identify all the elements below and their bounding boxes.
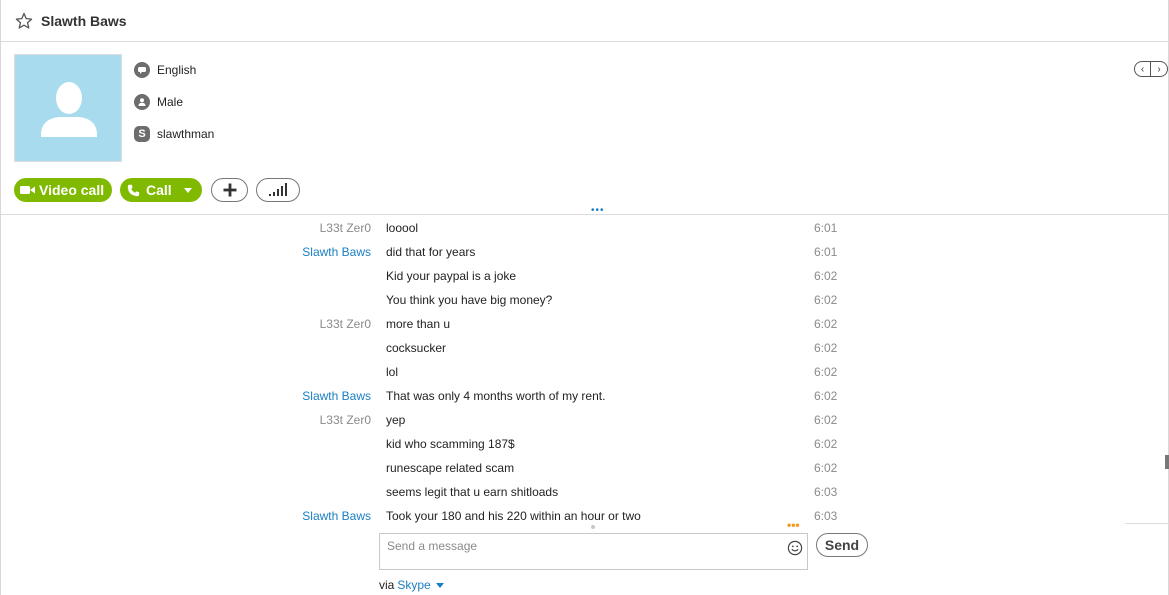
default-user-icon — [41, 82, 97, 137]
message-text: Took your 180 and his 220 within an hour… — [386, 509, 641, 523]
message-time: 6:03 — [814, 509, 838, 523]
message-row: L33t Zer0 yep 6:02 — [1, 407, 1169, 431]
message-sender: Slawth Baws — [302, 509, 371, 523]
message-sender: L33t Zer0 — [319, 413, 371, 427]
send-via-selector[interactable]: via Skype — [379, 578, 444, 592]
emoticon-icon[interactable] — [787, 540, 803, 556]
profile-gender: Male — [157, 95, 184, 109]
profile-language: English — [157, 63, 197, 77]
profile-skype-name: slawthman — [157, 127, 215, 141]
language-icon — [134, 62, 150, 78]
via-prefix: via — [379, 578, 395, 592]
message-time: 6:03 — [814, 485, 838, 499]
message-sender: L33t Zer0 — [319, 317, 371, 331]
message-text: looool — [386, 221, 419, 235]
divider — [1125, 523, 1169, 524]
message-time: 6:02 — [814, 437, 838, 451]
message-text: more than u — [386, 317, 451, 331]
via-service-link[interactable]: Skype — [397, 578, 430, 592]
message-row: lol 6:02 — [1, 359, 1169, 383]
phone-icon — [127, 184, 140, 196]
message-row: Slawth Baws Took your 180 and his 220 wi… — [1, 503, 1169, 527]
add-people-button[interactable] — [211, 178, 248, 202]
typing-indicator-icon: ••• — [787, 518, 800, 532]
message-text: runescape related scam — [386, 461, 515, 475]
message-sender: Slawth Baws — [302, 389, 371, 403]
message-row: seems legit that u earn shitloads 6:03 — [1, 479, 1169, 503]
message-row: Kid your paypal is a joke 6:02 — [1, 263, 1169, 287]
message-row: L33t Zer0 more than u 6:02 — [1, 311, 1169, 335]
message-time: 6:01 — [814, 245, 838, 259]
chevron-down-icon[interactable] — [435, 582, 444, 588]
avatar — [14, 54, 122, 162]
message-text: kid who scamming 187$ — [386, 437, 515, 451]
favorite-star-icon[interactable] — [15, 12, 33, 30]
message-row: L33t Zer0 looool 6:01 — [1, 215, 1169, 239]
skype-logo-icon: S — [134, 126, 150, 142]
message-time: 6:02 — [814, 365, 838, 379]
profile-gender-row: Male — [134, 93, 183, 111]
message-text: seems legit that u earn shitloads — [386, 485, 559, 499]
message-row: You think you have big money? 6:02 — [1, 287, 1169, 311]
person-icon — [134, 94, 150, 110]
profile-skype-name-row: S slawthman — [134, 125, 214, 143]
message-text: yep — [386, 413, 406, 427]
message-time: 6:02 — [814, 413, 838, 427]
call-button[interactable]: Call — [120, 178, 202, 202]
profile-nav-arrows: ‹ › — [1134, 61, 1168, 77]
video-call-button[interactable]: Video call — [14, 178, 112, 202]
message-text: lol — [386, 365, 399, 379]
video-call-label: Video call — [39, 182, 105, 198]
message-time: 6:02 — [814, 317, 838, 331]
next-arrow-icon[interactable]: › — [1151, 61, 1168, 77]
message-time: 6:02 — [814, 269, 838, 283]
message-compose-box[interactable] — [379, 533, 808, 570]
message-text: cocksucker — [386, 341, 447, 355]
call-quality-button[interactable] — [256, 178, 300, 202]
message-time: 6:02 — [814, 293, 838, 307]
send-button[interactable]: Send — [816, 533, 868, 557]
contact-name: Slawth Baws — [41, 13, 127, 29]
call-label: Call — [146, 182, 172, 198]
message-time: 6:01 — [814, 221, 838, 235]
conversation-header: Slawth Baws — [1, 0, 1169, 42]
message-list: L33t Zer0 looool 6:01 Slawth Baws did th… — [1, 215, 1169, 525]
message-input[interactable] — [387, 539, 777, 553]
scroll-indicator — [591, 525, 595, 529]
message-time: 6:02 — [814, 389, 838, 403]
message-text: You think you have big money? — [386, 293, 553, 307]
call-dropdown-icon[interactable] — [184, 188, 192, 193]
signal-bars-icon — [269, 183, 287, 196]
message-time: 6:02 — [814, 341, 838, 355]
skype-conversation-window: Slawth Baws English Male S slawthman ‹ › — [0, 0, 1169, 595]
message-text: Kid your paypal is a joke — [386, 269, 517, 283]
message-row: Slawth Baws did that for years 6:01 — [1, 239, 1169, 263]
message-text: did that for years — [386, 245, 476, 259]
plus-icon — [223, 183, 236, 197]
message-row: kid who scamming 187$ 6:02 — [1, 431, 1169, 455]
message-sender: L33t Zer0 — [319, 221, 371, 235]
message-time: 6:02 — [814, 461, 838, 475]
video-camera-icon — [20, 186, 35, 194]
scrollbar-thumb[interactable] — [1165, 455, 1169, 469]
message-sender: Slawth Baws — [302, 245, 371, 259]
message-row: Slawth Baws That was only 4 months worth… — [1, 383, 1169, 407]
message-row: runescape related scam 6:02 — [1, 455, 1169, 479]
message-row: cocksucker 6:02 — [1, 335, 1169, 359]
previous-arrow-icon[interactable]: ‹ — [1134, 61, 1151, 77]
profile-language-row: English — [134, 61, 196, 79]
message-text: That was only 4 months worth of my rent. — [386, 389, 606, 403]
